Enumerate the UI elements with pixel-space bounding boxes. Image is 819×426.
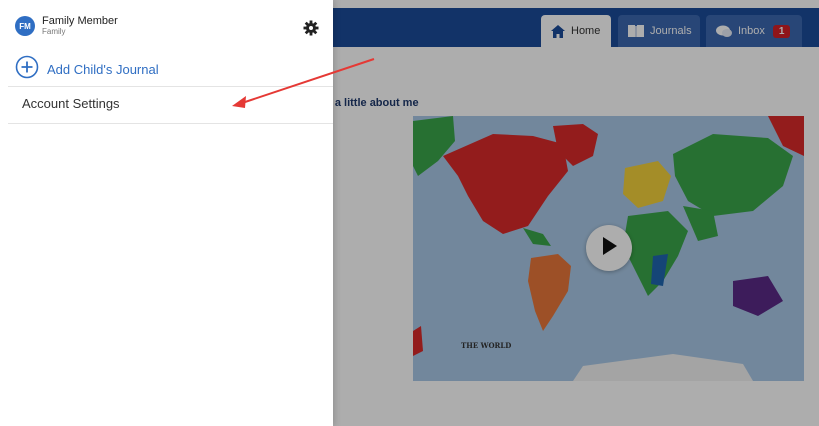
user-name: Family Member — [42, 15, 118, 27]
divider — [8, 123, 333, 124]
plus-circle-icon — [15, 55, 39, 84]
add-childs-journal-button[interactable]: Add Child's Journal — [15, 55, 159, 84]
side-drawer: FM Family Member Family Add Child's Jour… — [0, 0, 333, 426]
avatar: FM — [15, 16, 35, 36]
menu-item-account-settings[interactable]: Account Settings — [22, 96, 120, 111]
add-childs-journal-label: Add Child's Journal — [47, 62, 159, 77]
user-profile: FM Family Member Family — [15, 15, 118, 37]
gear-icon[interactable] — [303, 20, 319, 36]
user-role: Family — [42, 27, 66, 36]
divider — [8, 86, 333, 87]
